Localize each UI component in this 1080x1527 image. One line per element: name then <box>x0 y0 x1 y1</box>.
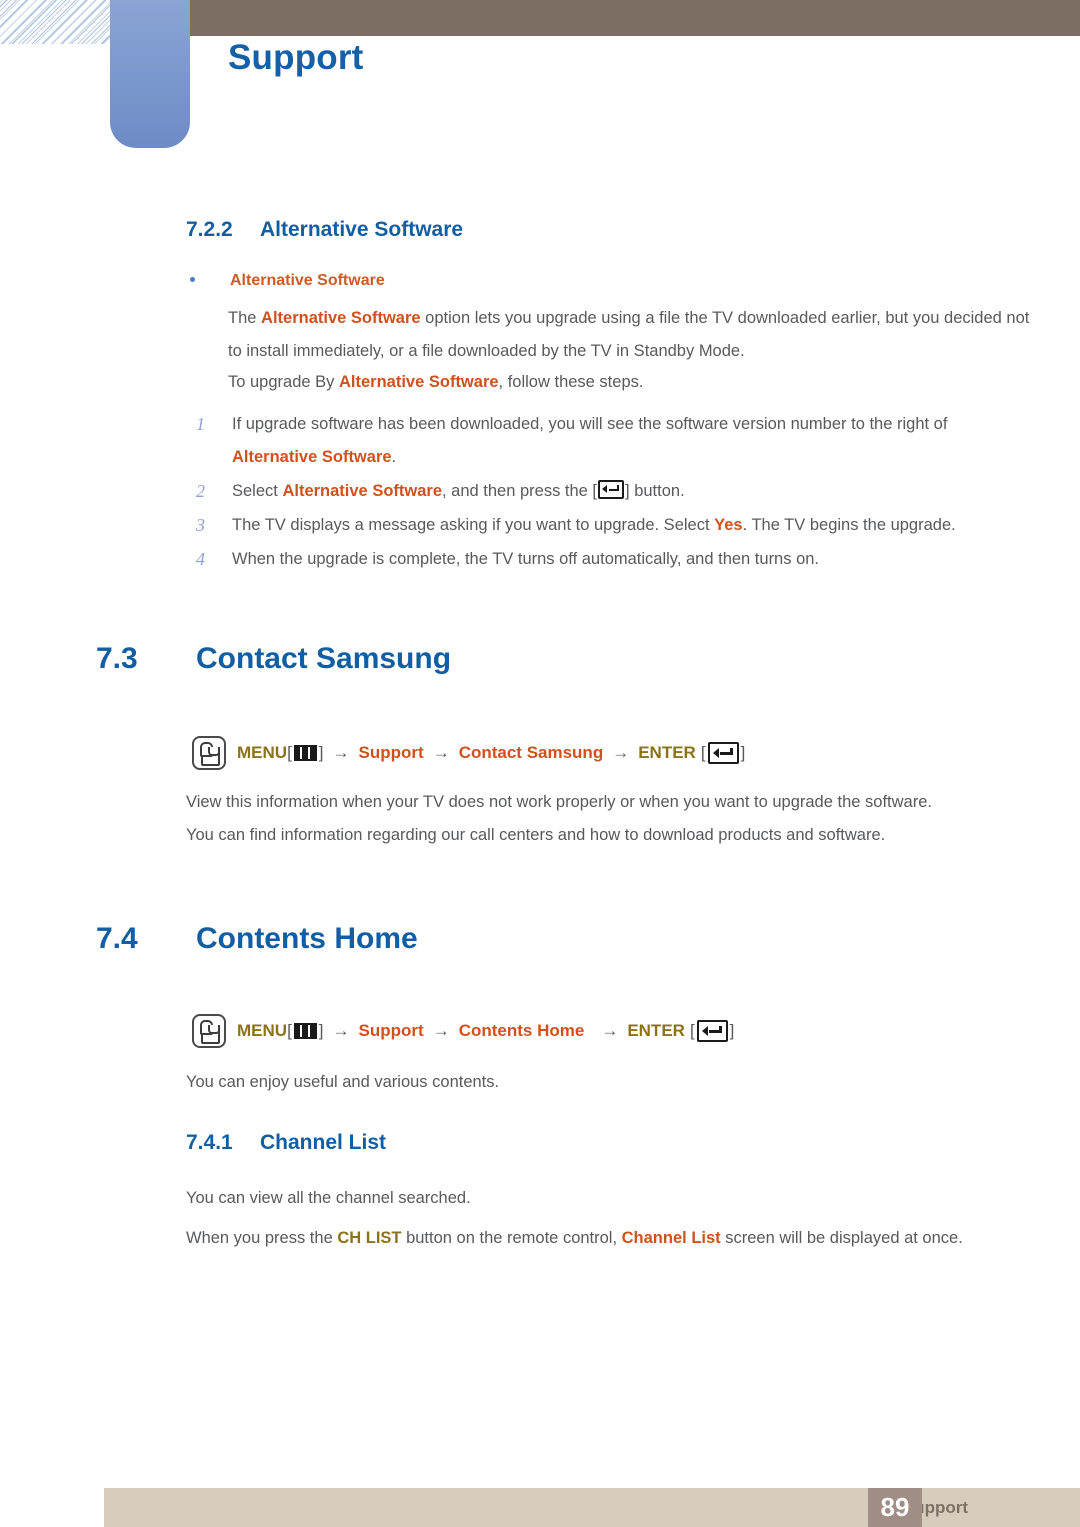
enter-icon <box>598 480 625 499</box>
paragraph-contents-home-1: You can enjoy useful and various content… <box>186 1066 998 1099</box>
menu-path-contents-home: MENU [ ] → Support → Contents Home → ENT… <box>192 1014 734 1048</box>
heading-7-2-2: 7.2.2 Alternative Software <box>186 218 463 242</box>
step-text: Select <box>232 482 283 500</box>
para-text: button on the remote control, <box>401 1229 622 1247</box>
enter-label: ENTER <box>627 1021 685 1040</box>
step-number: 2 <box>196 481 205 501</box>
step-number: 1 <box>196 414 205 434</box>
bullet-dot-icon <box>190 276 195 282</box>
step-number: 4 <box>196 549 205 569</box>
para-text: View this information when your TV does … <box>186 793 932 811</box>
bracket-open: [ <box>689 1021 695 1040</box>
menu-path-item-contact-samsung: Contact Samsung <box>458 743 604 762</box>
heading-7-4-1-title: Channel List <box>260 1131 387 1154</box>
para-highlight: Alternative Software <box>261 309 421 327</box>
step-text: If upgrade software has been downloaded,… <box>232 415 948 433</box>
para-highlight: Channel List <box>621 1229 721 1247</box>
heading-7-2-2-title: Alternative Software <box>260 218 464 241</box>
para-text: To upgrade By <box>228 373 339 391</box>
list-item: 1 If upgrade software has been downloaded… <box>186 408 1016 474</box>
paragraph-alt-software-2: To upgrade By Alternative Software, foll… <box>228 366 1040 399</box>
chapter-tab-shape <box>110 0 190 148</box>
header-brown-bar <box>190 0 1080 36</box>
arrow-icon: → <box>432 743 450 762</box>
para-text: You can view all the channel searched. <box>186 1189 471 1207</box>
bracket-close: ] <box>740 743 746 762</box>
para-text: screen will be displayed at once. <box>720 1229 963 1247</box>
menu-label: MENU <box>237 1021 288 1040</box>
arrow-icon: → <box>612 743 630 762</box>
menu-path-contact-samsung: MENU [ ] → Support → Contact Samsung → E… <box>192 736 745 770</box>
arrow-icon: → <box>332 1021 350 1040</box>
touch-hand-icon <box>192 736 226 770</box>
enter-icon <box>707 742 739 764</box>
bracket-close: ] <box>318 1021 324 1040</box>
paragraph-channel-list-2: When you press the CH LIST button on the… <box>186 1222 998 1255</box>
step-highlight: Alternative Software <box>282 482 442 500</box>
touch-hand-icon <box>192 1014 226 1048</box>
step-number: 3 <box>196 515 205 535</box>
heading-7-3-title: Contact Samsung <box>196 642 452 675</box>
para-text: You can find information regarding our c… <box>186 826 886 844</box>
steps-list-alt-software: 1 If upgrade software has been downloaded… <box>186 408 1016 577</box>
page-number-badge: 89 <box>868 1488 922 1527</box>
heading-7-4-1-number: 7.4.1 <box>186 1131 233 1154</box>
step-highlight: Alternative Software <box>232 448 392 466</box>
paragraph-channel-list-1: You can view all the channel searched. <box>186 1182 998 1215</box>
menu-bars-icon <box>293 745 317 761</box>
heading-7-4-1: 7.4.1 Channel List <box>186 1131 386 1155</box>
para-text: , follow these steps. <box>498 373 644 391</box>
step-text: . <box>391 448 397 466</box>
menu-bars-icon <box>293 1023 317 1039</box>
step-text: When the upgrade is complete, the TV tur… <box>232 550 820 568</box>
para-text: The <box>228 309 262 327</box>
heading-7-2-2-number: 7.2.2 <box>186 218 233 241</box>
bracket-close: ] <box>729 1021 735 1040</box>
page-title: Support <box>228 38 364 77</box>
list-item: 3 The TV displays a message asking if you… <box>186 509 1016 542</box>
menu-path-item-support: Support <box>358 743 424 762</box>
heading-7-4-number: 7.4 <box>96 922 138 955</box>
paragraph-contact-samsung-2: You can find information regarding our c… <box>186 819 998 852</box>
step-text: The TV displays a message asking if you … <box>232 516 715 534</box>
para-text: You can enjoy useful and various content… <box>186 1073 500 1091</box>
paragraph-alt-software-1: The Alternative Software option lets you… <box>228 302 1040 368</box>
arrow-icon: → <box>601 1021 619 1040</box>
remote-key-label: CH LIST <box>337 1229 402 1247</box>
hatch-decoration-overlay <box>0 0 112 44</box>
page-footer: Support <box>104 1488 1080 1527</box>
menu-label: MENU <box>237 743 288 762</box>
menu-path-item-contents-home: Contents Home <box>458 1021 585 1040</box>
paragraph-contact-samsung-1: View this information when your TV does … <box>186 786 998 819</box>
list-item: 2 Select Alternative Software, and then p… <box>186 475 1016 508</box>
arrow-icon: → <box>332 743 350 762</box>
heading-7-3: 7.3 Contact Samsung <box>96 642 451 676</box>
step-text: ] button. <box>625 482 685 500</box>
list-item: 4 When the upgrade is complete, the TV tu… <box>186 543 1016 576</box>
para-text: When you press the <box>186 1229 338 1247</box>
bullet-alternative-software: Alternative Software <box>190 272 385 290</box>
bullet-label: Alternative Software <box>230 272 385 289</box>
bracket-open: [ <box>700 743 706 762</box>
heading-7-4: 7.4 Contents Home <box>96 922 418 956</box>
bracket-close: ] <box>318 743 324 762</box>
bracket-open: [ <box>287 743 292 762</box>
enter-label: ENTER <box>638 743 696 762</box>
bracket-open: [ <box>287 1021 292 1040</box>
para-highlight: Alternative Software <box>339 373 499 391</box>
page-header: Support <box>0 0 1080 170</box>
menu-path-item-support: Support <box>358 1021 424 1040</box>
step-highlight: Yes <box>714 516 743 534</box>
enter-icon <box>696 1020 728 1042</box>
step-text: . The TV begins the upgrade. <box>742 516 956 534</box>
heading-7-4-title: Contents Home <box>196 922 418 955</box>
heading-7-3-number: 7.3 <box>96 642 138 675</box>
step-text: , and then press the [ <box>442 482 598 500</box>
arrow-icon: → <box>432 1021 450 1040</box>
